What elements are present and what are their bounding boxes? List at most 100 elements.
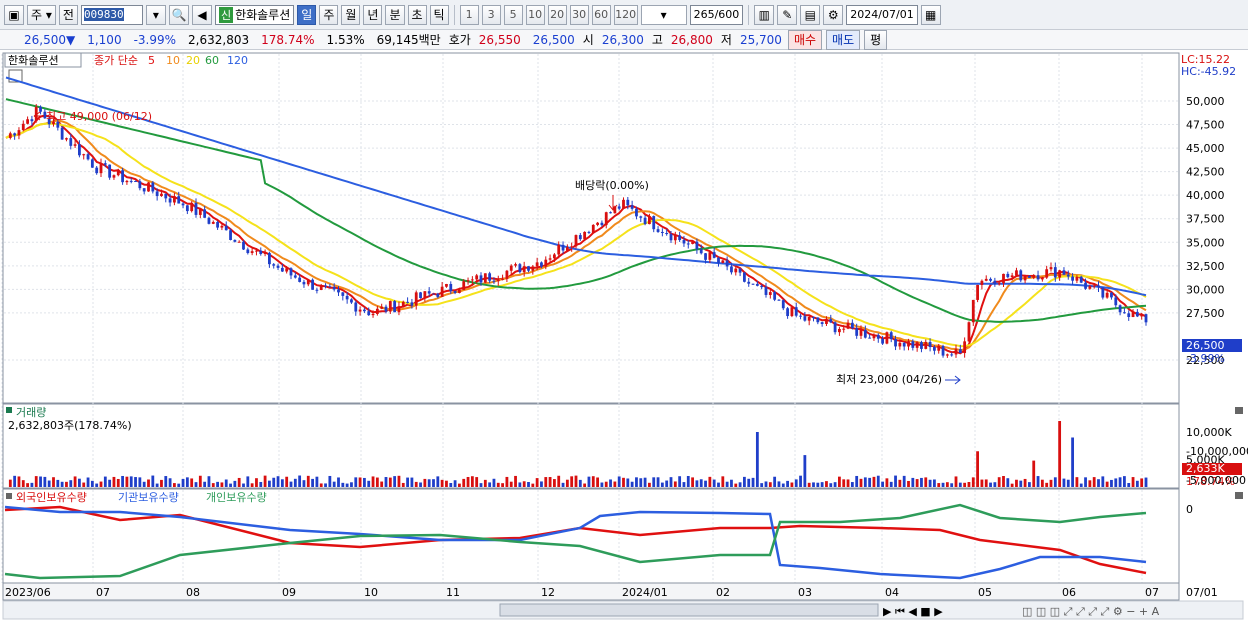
- interval-60[interactable]: 60: [591, 4, 611, 25]
- eval-button[interactable]: 평: [864, 29, 888, 50]
- volume-bar: [596, 477, 599, 487]
- settings-icon[interactable]: ⚙: [823, 4, 844, 25]
- candle-body: [466, 280, 470, 282]
- volume-bar: [669, 477, 673, 487]
- volume-bar: [350, 482, 353, 487]
- candle-body: [591, 224, 595, 233]
- buy-button[interactable]: 매수: [787, 29, 823, 50]
- candle-body: [609, 212, 612, 214]
- volume-bar: [52, 477, 55, 487]
- volume-bar: [915, 479, 919, 487]
- candle-body: [388, 301, 392, 312]
- interval-10[interactable]: 10: [525, 4, 545, 25]
- candle-body: [699, 249, 703, 254]
- candle-body: [220, 225, 224, 228]
- stock-code-value: 009830: [83, 8, 124, 21]
- volume-bar: [794, 479, 798, 487]
- volume-bar: [103, 476, 107, 487]
- panel-close-icon[interactable]: [1235, 492, 1243, 499]
- volume-bar: [704, 480, 707, 487]
- candle-body: [483, 273, 487, 283]
- candle-body: [233, 239, 237, 242]
- volume-bar: [1015, 479, 1018, 487]
- sell-button[interactable]: 매도: [826, 29, 861, 50]
- volume-bar: [1131, 477, 1135, 487]
- volume-bar: [583, 483, 587, 487]
- candle-body: [341, 292, 345, 296]
- volume-bar: [147, 479, 150, 487]
- sound-icon[interactable]: ◀: [191, 4, 212, 25]
- volume-bar: [181, 478, 185, 487]
- stock-chart[interactable]: 한화솔루션 종가 단순 5 10 20 60 120 LC:15.22 HC:-…: [0, 50, 1248, 621]
- candle-body: [354, 302, 358, 312]
- scroll-controls-icon[interactable]: ▶ ⏮ ◀ ■ ▶: [883, 605, 943, 618]
- interval-1[interactable]: 1: [459, 4, 479, 25]
- volume-bar: [807, 482, 811, 487]
- candle-body: [1053, 267, 1057, 278]
- price-tick-label: 45,000: [1186, 142, 1225, 155]
- x-axis-label: 03: [798, 586, 812, 599]
- candle-body: [293, 275, 297, 278]
- candle-body: [933, 347, 936, 351]
- volume-bar: [207, 476, 211, 487]
- interval-3[interactable]: 3: [481, 4, 501, 25]
- timeframe-tick[interactable]: 틱: [429, 4, 449, 25]
- search-icon[interactable]: 🔍: [168, 4, 189, 25]
- stock-code-input[interactable]: 009830: [80, 4, 143, 25]
- interval-20[interactable]: 20: [547, 4, 567, 25]
- scroll-thumb[interactable]: [499, 603, 879, 617]
- volume-bar: [211, 483, 215, 487]
- hc-label: HC:-45.92: [1181, 65, 1236, 78]
- timeframe-minute[interactable]: 분: [385, 4, 405, 25]
- calendar-icon[interactable]: ▦: [920, 4, 941, 25]
- candle-body: [958, 349, 962, 354]
- interval-5[interactable]: 5: [503, 4, 523, 25]
- volume-bar: [406, 477, 409, 487]
- candle-body: [86, 154, 90, 160]
- interval-30[interactable]: 30: [569, 4, 589, 25]
- volume-bar: [553, 479, 556, 487]
- interval-120[interactable]: 120: [613, 4, 638, 25]
- timeframe-year[interactable]: 년: [363, 4, 383, 25]
- candle-body: [656, 229, 660, 232]
- candle-body: [730, 266, 733, 273]
- compare-button[interactable]: 전: [58, 4, 78, 25]
- candle-body: [531, 266, 535, 271]
- volume-bar: [384, 477, 388, 487]
- volume-bar: [427, 479, 431, 487]
- candle-body: [207, 217, 211, 224]
- candle-body: [760, 285, 764, 288]
- candle-body: [427, 291, 431, 294]
- candle-body: [1144, 314, 1148, 323]
- candle-body: [147, 182, 150, 192]
- window-icon[interactable]: ▣: [4, 4, 24, 25]
- volume-bar: [302, 480, 306, 487]
- timeframe-second[interactable]: 초: [407, 4, 427, 25]
- dropdown-icon[interactable]: ▾: [145, 4, 166, 25]
- timeframe-week[interactable]: 주: [319, 4, 339, 25]
- volume-bar: [717, 482, 720, 487]
- volume-bar: [686, 475, 690, 487]
- candle-body: [173, 196, 176, 203]
- volume-bar: [695, 480, 699, 487]
- panel-close-icon[interactable]: [1235, 407, 1243, 414]
- ma10-legend: 10: [166, 54, 180, 67]
- interval-input[interactable]: ▾: [640, 4, 687, 25]
- timeframe-day[interactable]: 일: [297, 4, 317, 25]
- volume-bar: [479, 483, 483, 487]
- volume-bar: [1006, 478, 1010, 487]
- tools-icon[interactable]: ✎: [777, 4, 798, 25]
- candle-body: [514, 264, 517, 266]
- zoom-tools-icon[interactable]: ◫ ◫ ◫ ⤢ ⤢ ⤢ ⤢ ⚙ − + A: [1022, 605, 1160, 618]
- candle-body: [1071, 276, 1074, 281]
- volume-bar: [993, 482, 997, 487]
- volume-bar: [375, 477, 379, 487]
- count-box[interactable]: 265/600: [689, 4, 744, 25]
- date-field[interactable]: 2024/07/01: [846, 4, 918, 25]
- timeframe-month[interactable]: 월: [341, 4, 361, 25]
- chart-type-icon[interactable]: ▥: [754, 4, 775, 25]
- stock-name-box[interactable]: 신 한화솔루션: [214, 4, 295, 25]
- candle-body: [911, 341, 915, 348]
- save-icon[interactable]: ▤: [800, 4, 821, 25]
- period-type-select[interactable]: 주 ▾: [27, 4, 56, 25]
